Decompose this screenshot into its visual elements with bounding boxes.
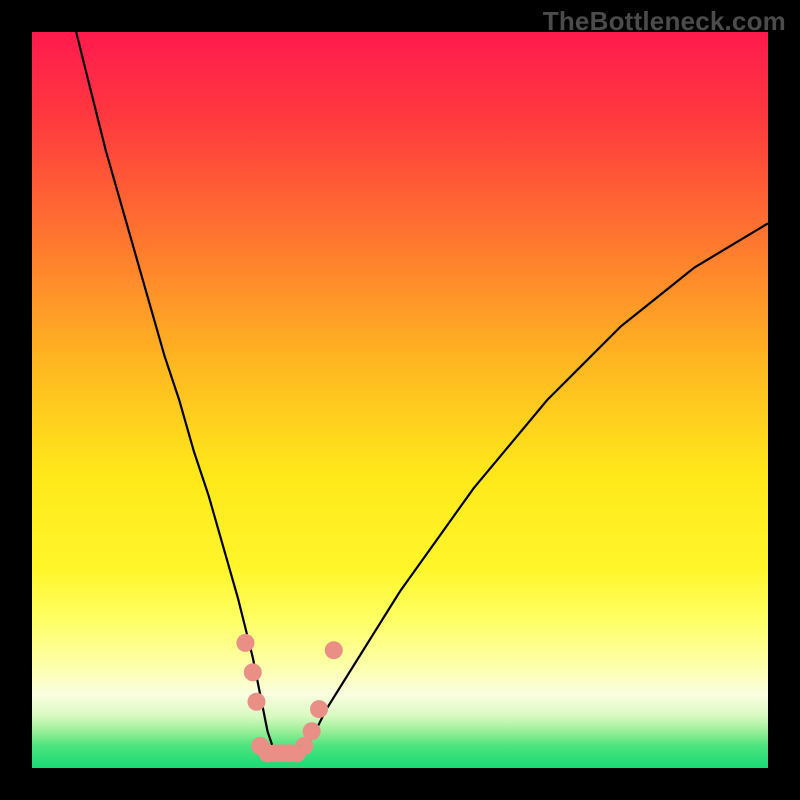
marker-point (303, 722, 321, 740)
chart-frame: TheBottleneck.com (0, 0, 800, 800)
marker-point (244, 663, 262, 681)
marker-point (310, 700, 328, 718)
marker-point (247, 693, 265, 711)
gradient-background (32, 32, 768, 768)
marker-point (236, 634, 254, 652)
marker-point (325, 641, 343, 659)
watermark-text: TheBottleneck.com (543, 6, 786, 37)
plot-area (32, 32, 768, 768)
chart-svg (32, 32, 768, 768)
